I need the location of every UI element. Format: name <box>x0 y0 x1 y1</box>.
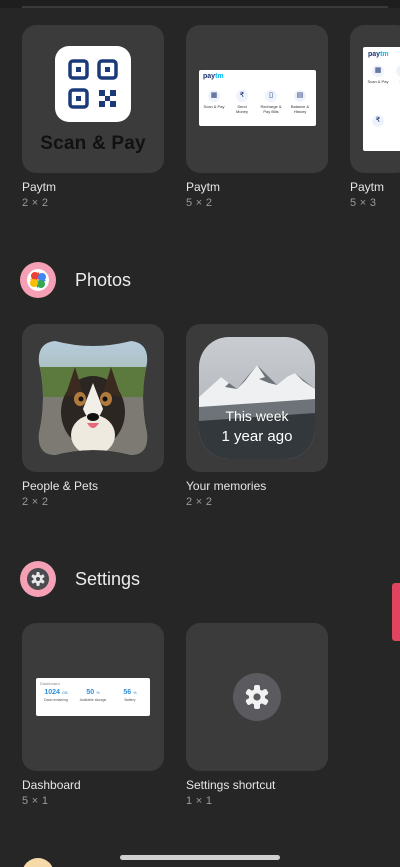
scan-pay-text: Scan & Pay <box>40 133 146 154</box>
settings-app-icon <box>20 561 56 597</box>
dashboard-widget[interactable]: Dashboard 1024 GB Data remaining 50 % Av… <box>22 623 164 771</box>
settings-shortcut-widget[interactable] <box>186 623 328 771</box>
paytm-logo: paytm <box>203 73 224 80</box>
paytm-scan-pay-widget[interactable]: Scan & Pay <box>22 25 164 173</box>
wallet-icon: ▤ <box>294 90 306 102</box>
balance-action: ▤ Balance & History <box>290 90 310 114</box>
widget-label: Your memories <box>186 479 267 493</box>
gear-icon <box>27 568 49 590</box>
gear-icon <box>245 685 269 709</box>
widget-label: Settings shortcut <box>186 778 276 792</box>
widget-app-label: Paytm <box>22 180 57 194</box>
dashboard-preview-card: Dashboard 1024 GB Data remaining 50 % Av… <box>36 678 150 716</box>
settings-section-title: Settings <box>75 569 141 589</box>
dog-photo <box>38 341 148 455</box>
home-gesture-bar[interactable] <box>120 855 280 860</box>
settings-shortcut-icon <box>233 673 281 721</box>
send-action-partial: ₹Se <box>391 65 400 84</box>
widget-size-label: 5 × 1 <box>22 795 49 807</box>
widget-size-label: 2 × 2 <box>186 496 213 508</box>
widget-size-label: 2 × 2 <box>22 496 49 508</box>
memory-line1: This week <box>225 408 289 424</box>
recharge-action: ▯ Recharge & Pay Bills <box>260 90 282 114</box>
storage-stat: 50 % Available storage <box>79 689 107 702</box>
qr-icon: ▦ <box>372 65 384 77</box>
paytm-large-widget[interactable]: paytm ▦Scan & Pay ₹Se ₹ <box>350 25 400 173</box>
next-section-app-icon <box>22 858 54 867</box>
widget-size-label: 1 × 1 <box>186 795 213 807</box>
scrollbar-thumb[interactable] <box>392 583 400 641</box>
widget-label: Dashboard <box>22 778 81 792</box>
widget-app-label: Paytm <box>350 180 385 194</box>
top-edge <box>0 0 400 8</box>
qr-icon: ▦ <box>208 90 220 102</box>
rupee-icon: ₹ <box>396 65 400 77</box>
photos-pinwheel-icon <box>27 269 49 291</box>
paytm-preview-card: paytm ▦Scan & Pay ₹Se ₹ <box>363 47 400 151</box>
widget-size-label: 2 × 2 <box>22 197 49 209</box>
data-remaining-stat: 1024 GB Data remaining <box>44 689 68 702</box>
widget-label: People & Pets <box>22 479 99 493</box>
widget-size-label: 5 × 2 <box>186 197 213 209</box>
rupee-icon: ₹ <box>236 90 248 102</box>
phone-icon: ▯ <box>265 90 277 102</box>
send-money-action: ₹ Send Money <box>235 90 248 114</box>
dashboard-title: Dashboard <box>40 681 60 686</box>
photos-section-title: Photos <box>75 270 132 290</box>
rupee-icon: ₹ <box>372 115 384 127</box>
widget-size-label: 5 × 3 <box>350 197 377 209</box>
paytm-preview-card: paytm ▦ Scan & Pay ₹ Send Money ▯ Recharge … <box>199 70 316 126</box>
scan-pay-action: ▦ Scan & Pay <box>203 90 225 109</box>
paytm-actions-widget[interactable]: paytm ▦ Scan & Pay ₹ Send Money ▯ Recharge … <box>186 25 328 173</box>
people-pets-widget[interactable] <box>22 324 164 472</box>
rupee-action-partial: ₹ <box>367 115 389 129</box>
qr-code-icon <box>55 46 131 122</box>
photos-app-icon <box>20 262 56 298</box>
widget-app-label: Paytm <box>186 180 221 194</box>
battery-stat: 56 % Battery <box>123 689 137 702</box>
memory-line2: 1 year ago <box>221 428 293 445</box>
paytm-logo: paytm <box>368 51 389 58</box>
scan-pay-action: ▦ Scan & Pay <box>367 65 389 84</box>
your-memories-widget[interactable]: This week 1 year ago <box>186 324 328 472</box>
